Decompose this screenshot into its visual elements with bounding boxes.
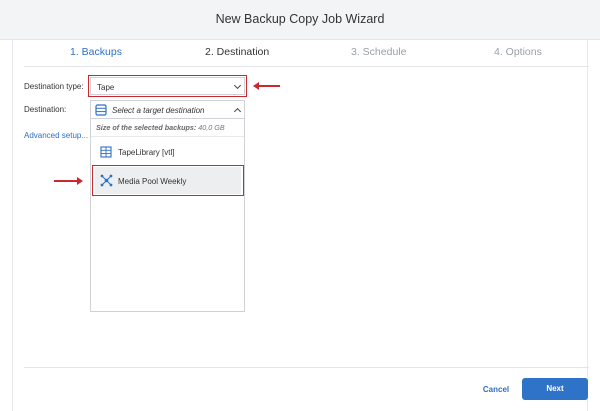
storage-list-icon: [95, 104, 107, 116]
destination-type-label: Destination type:: [24, 82, 84, 91]
step-destination[interactable]: 2. Destination: [205, 46, 269, 58]
step-options[interactable]: 4. Options: [494, 46, 542, 58]
destination-placeholder: Select a target destination: [112, 106, 205, 115]
destination-label: Destination:: [24, 105, 67, 114]
destination-dropdown: Size of the selected backups: 40,0 GB Ta…: [90, 119, 245, 312]
pointer-arrow-left-icon: [253, 82, 280, 90]
steps-divider: [24, 66, 589, 67]
step-schedule[interactable]: 3. Schedule: [351, 46, 406, 58]
tape-library-icon: [100, 146, 112, 158]
dropdown-item-label: TapeLibrary [vtl]: [118, 148, 175, 157]
media-pool-highlight: [92, 165, 244, 196]
cancel-button[interactable]: Cancel: [472, 380, 520, 400]
wizard-steps: 1. Backups 2. Destination 3. Schedule 4.…: [24, 40, 589, 67]
step-backups[interactable]: 1. Backups: [70, 46, 122, 58]
next-button[interactable]: Next: [522, 378, 588, 400]
destination-type-highlight: [88, 75, 247, 97]
destination-select[interactable]: Select a target destination: [90, 100, 245, 119]
title-bar: New Backup Copy Job Wizard: [0, 0, 600, 40]
dropdown-divider: [91, 136, 244, 137]
selected-backups-size: Size of the selected backups: 40,0 GB: [96, 123, 225, 132]
advanced-setup-link[interactable]: Advanced setup...: [24, 131, 88, 140]
window-title: New Backup Copy Job Wizard: [215, 12, 385, 26]
dropdown-item-tape-library[interactable]: TapeLibrary [vtl]: [95, 140, 241, 164]
footer-divider: [24, 367, 589, 368]
pointer-arrow-right-icon: [54, 177, 83, 185]
chevron-up-icon: [233, 107, 242, 116]
